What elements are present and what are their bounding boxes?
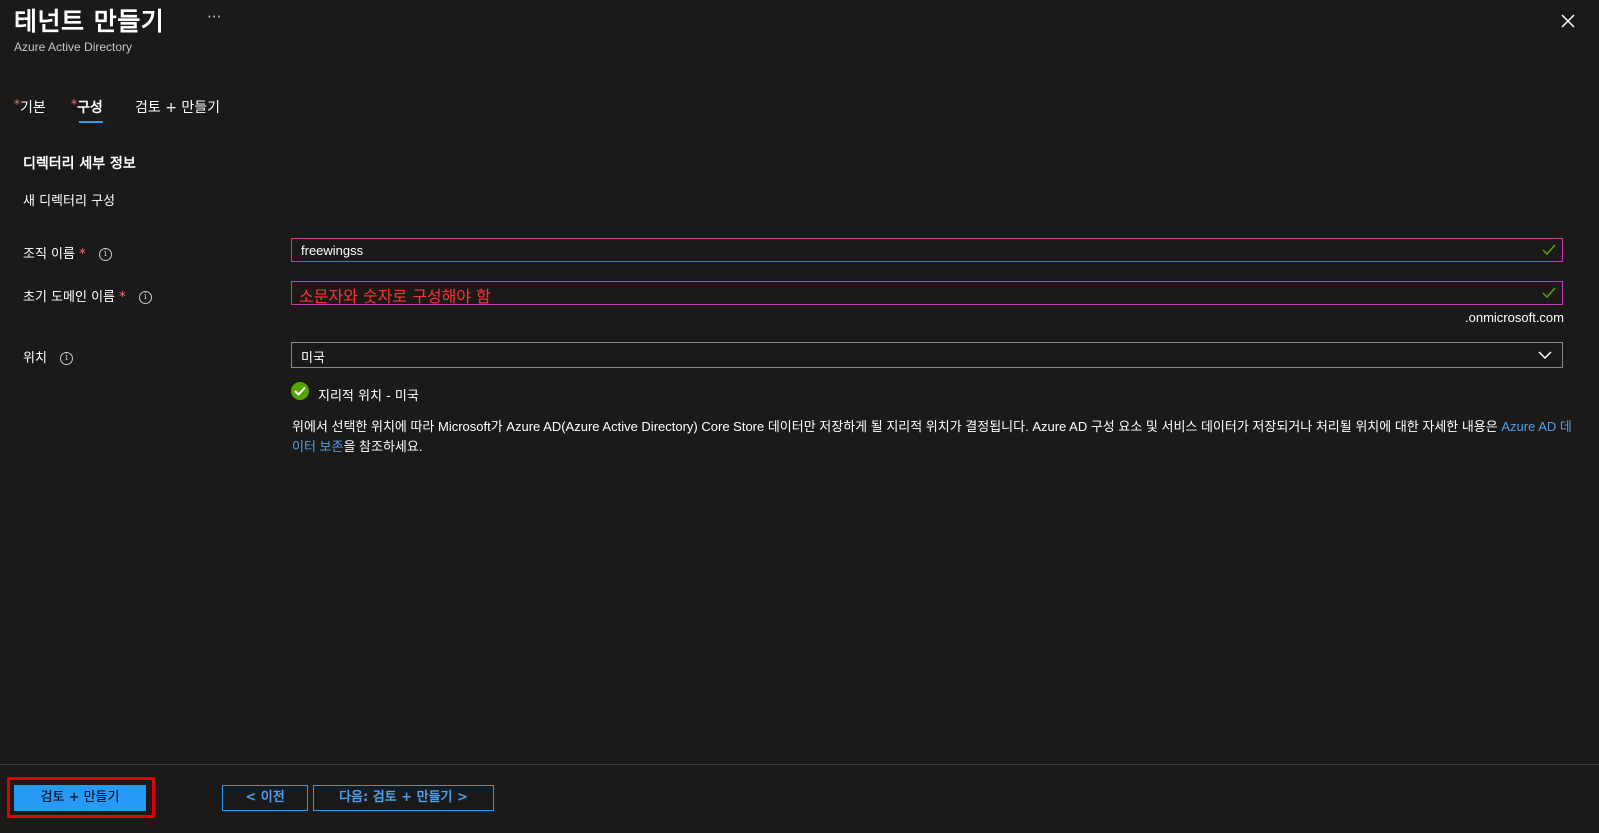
org-name-field[interactable] [291, 238, 1563, 262]
label-text: 조직 이름 [23, 247, 75, 262]
footer-divider [0, 764, 1599, 765]
info-icon[interactable]: i [138, 291, 152, 304]
location-description: 위에서 선택한 위치에 따라 Microsoft가 Azure AD(Azure… [292, 417, 1572, 457]
description-text-end: 을 참조하세요. [343, 439, 423, 454]
domain-field[interactable]: 소문자와 숫자로 구성해야 함 [291, 281, 1563, 306]
org-name-label: 조직 이름 * i [23, 243, 112, 262]
active-tab-indicator [79, 121, 103, 123]
previous-button[interactable]: < 이전 [222, 785, 308, 811]
info-icon[interactable]: i [60, 352, 74, 365]
success-check-icon [291, 382, 309, 400]
location-selected-value: 미국 [301, 351, 325, 366]
tab-label: 검토 + 만들기 [135, 100, 221, 116]
description-text: 위에서 선택한 위치에 따라 Microsoft가 Azure AD(Azure… [292, 419, 1502, 434]
page-title: 테넌트 만들기 [14, 7, 165, 36]
close-icon[interactable] [1559, 12, 1577, 30]
review-create-button[interactable]: 검토 + 만들기 [14, 785, 146, 811]
label-text: 위치 [23, 351, 47, 366]
tab-configuration[interactable]: *구성 [71, 97, 103, 123]
label-text: 초기 도메인 이름 [23, 290, 115, 305]
domain-label: 초기 도메인 이름 * i [23, 286, 152, 305]
tab-basics[interactable]: *기본 [14, 97, 46, 123]
tab-label: 기본 [20, 100, 46, 116]
location-label: 위치 i [23, 347, 74, 366]
more-options-button[interactable]: ··· [207, 8, 221, 26]
tab-review-create[interactable]: 검토 + 만들기 [135, 97, 220, 123]
geo-location-text: 지리적 위치 - 미국 [318, 389, 419, 404]
domain-overlay-text: 소문자와 숫자로 구성해야 함 [299, 287, 491, 306]
tab-label: 구성 [77, 100, 103, 116]
valid-check-icon [1542, 287, 1556, 299]
location-select[interactable]: 미국 [291, 342, 1563, 368]
chevron-down-icon [1538, 351, 1552, 360]
page-subtitle: Azure Active Directory [14, 40, 133, 54]
section-title: 디렉터리 세부 정보 [23, 156, 136, 172]
domain-suffix: .onmicrosoft.com [1465, 310, 1564, 325]
required-marker: * [119, 290, 126, 305]
org-name-input[interactable] [301, 239, 1521, 261]
valid-check-icon [1542, 244, 1556, 256]
required-marker: * [79, 247, 86, 262]
next-button[interactable]: 다음: 검토 + 만들기 > [313, 785, 494, 811]
info-icon[interactable]: i [98, 248, 112, 261]
section-subtitle: 새 디렉터리 구성 [23, 194, 115, 209]
